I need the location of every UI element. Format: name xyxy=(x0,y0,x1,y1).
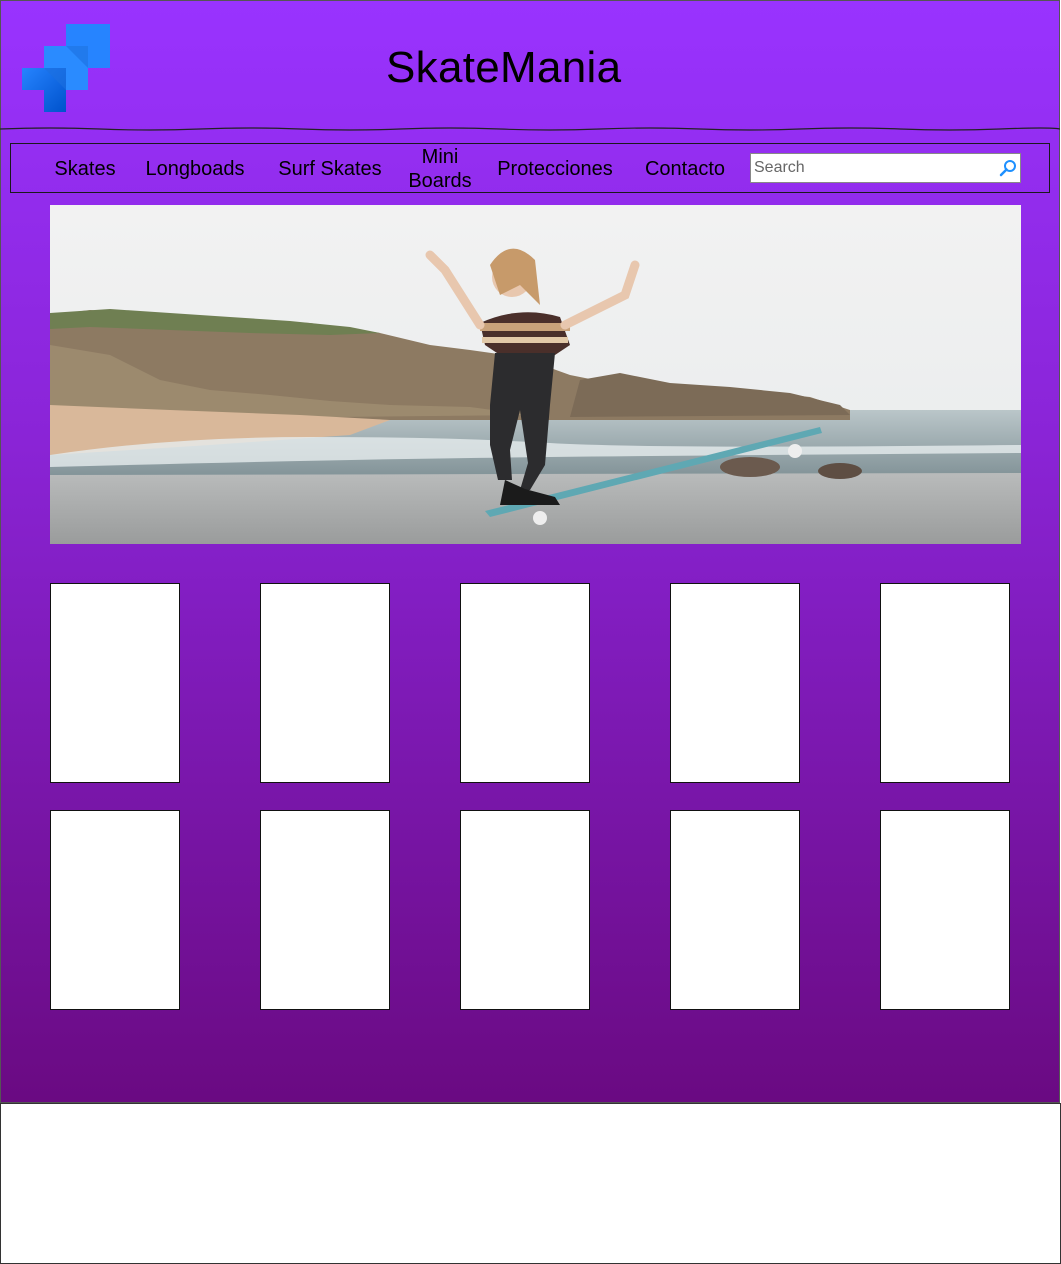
search-icon[interactable] xyxy=(998,158,1018,178)
nav-item-mini-boards-line1: Mini xyxy=(421,146,459,168)
product-card[interactable] xyxy=(50,810,180,1010)
product-card[interactable] xyxy=(460,583,590,783)
nav-item-longboads[interactable]: Longboads xyxy=(143,157,247,181)
site-footer xyxy=(0,1103,1061,1264)
nav-item-surf-skates[interactable]: Surf Skates xyxy=(275,157,385,181)
product-card[interactable] xyxy=(460,810,590,1010)
site-header: SkateMania xyxy=(0,0,1060,131)
nav-item-protecciones[interactable]: Protecciones xyxy=(494,157,616,181)
nav-item-mini-boards[interactable]: Mini Boards xyxy=(400,145,480,193)
nav-item-skates[interactable]: Skates xyxy=(52,157,118,181)
search-input[interactable] xyxy=(754,156,994,180)
hero-image xyxy=(50,205,1021,544)
header-divider xyxy=(0,127,1060,131)
product-card[interactable] xyxy=(670,583,800,783)
logo-icon[interactable] xyxy=(18,20,114,116)
nav-item-contacto[interactable]: Contacto xyxy=(641,157,729,181)
product-card[interactable] xyxy=(880,583,1010,783)
product-card[interactable] xyxy=(50,583,180,783)
product-card[interactable] xyxy=(670,810,800,1010)
product-card[interactable] xyxy=(880,810,1010,1010)
nav-item-mini-boards-line2: Boards xyxy=(408,170,472,192)
search-box xyxy=(750,153,1021,183)
product-card[interactable] xyxy=(260,583,390,783)
site-title: SkateMania xyxy=(386,43,622,92)
product-card[interactable] xyxy=(260,810,390,1010)
